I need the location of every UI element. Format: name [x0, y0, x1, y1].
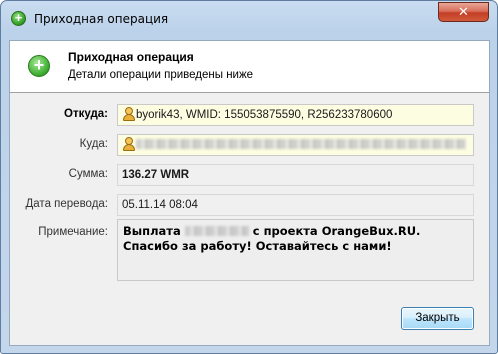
note-label: Примечание: — [38, 226, 108, 238]
window-close-button[interactable]: ✕ — [438, 2, 489, 22]
header-title: Приходная операция — [68, 50, 194, 64]
amount-value: 136.27 WMR — [122, 169, 190, 181]
to-field[interactable] — [117, 134, 474, 156]
amount-field[interactable]: 136.27 WMR — [117, 164, 474, 186]
window-title: Приходная операция — [34, 12, 169, 26]
plus-icon: + — [28, 55, 50, 77]
dialog-window: + Приходная операция ✕ + Приходная опера… — [0, 0, 498, 354]
to-label: Куда: — [79, 138, 108, 150]
close-button[interactable]: Закрыть — [401, 307, 474, 330]
redacted-text — [184, 226, 249, 236]
from-label: Откуда: — [64, 108, 108, 120]
user-icon — [122, 137, 135, 151]
dialog-header: + Приходная операция Детали операции при… — [10, 41, 489, 93]
plus-icon: + — [11, 11, 26, 26]
amount-label: Сумма: — [68, 168, 108, 180]
redacted-text — [136, 139, 466, 149]
note-text-before: Выплата — [123, 224, 181, 238]
from-value: byorik43, WMID: 155053875590, R256233780… — [136, 109, 393, 121]
date-value: 05.11.14 08:04 — [122, 199, 198, 211]
date-label: Дата перевода: — [25, 198, 109, 210]
header-subtitle: Детали операции приведены ниже — [68, 69, 254, 81]
title-bar[interactable]: + Приходная операция ✕ — [1, 1, 497, 33]
note-field[interactable]: Выплата с проекта OrangeBux.RU. Спасибо … — [117, 219, 474, 281]
user-icon — [122, 107, 135, 121]
from-field[interactable]: byorik43, WMID: 155053875590, R256233780… — [117, 104, 474, 126]
dialog-body: + Приходная операция Детали операции при… — [9, 40, 490, 346]
date-field[interactable]: 05.11.14 08:04 — [117, 194, 474, 216]
